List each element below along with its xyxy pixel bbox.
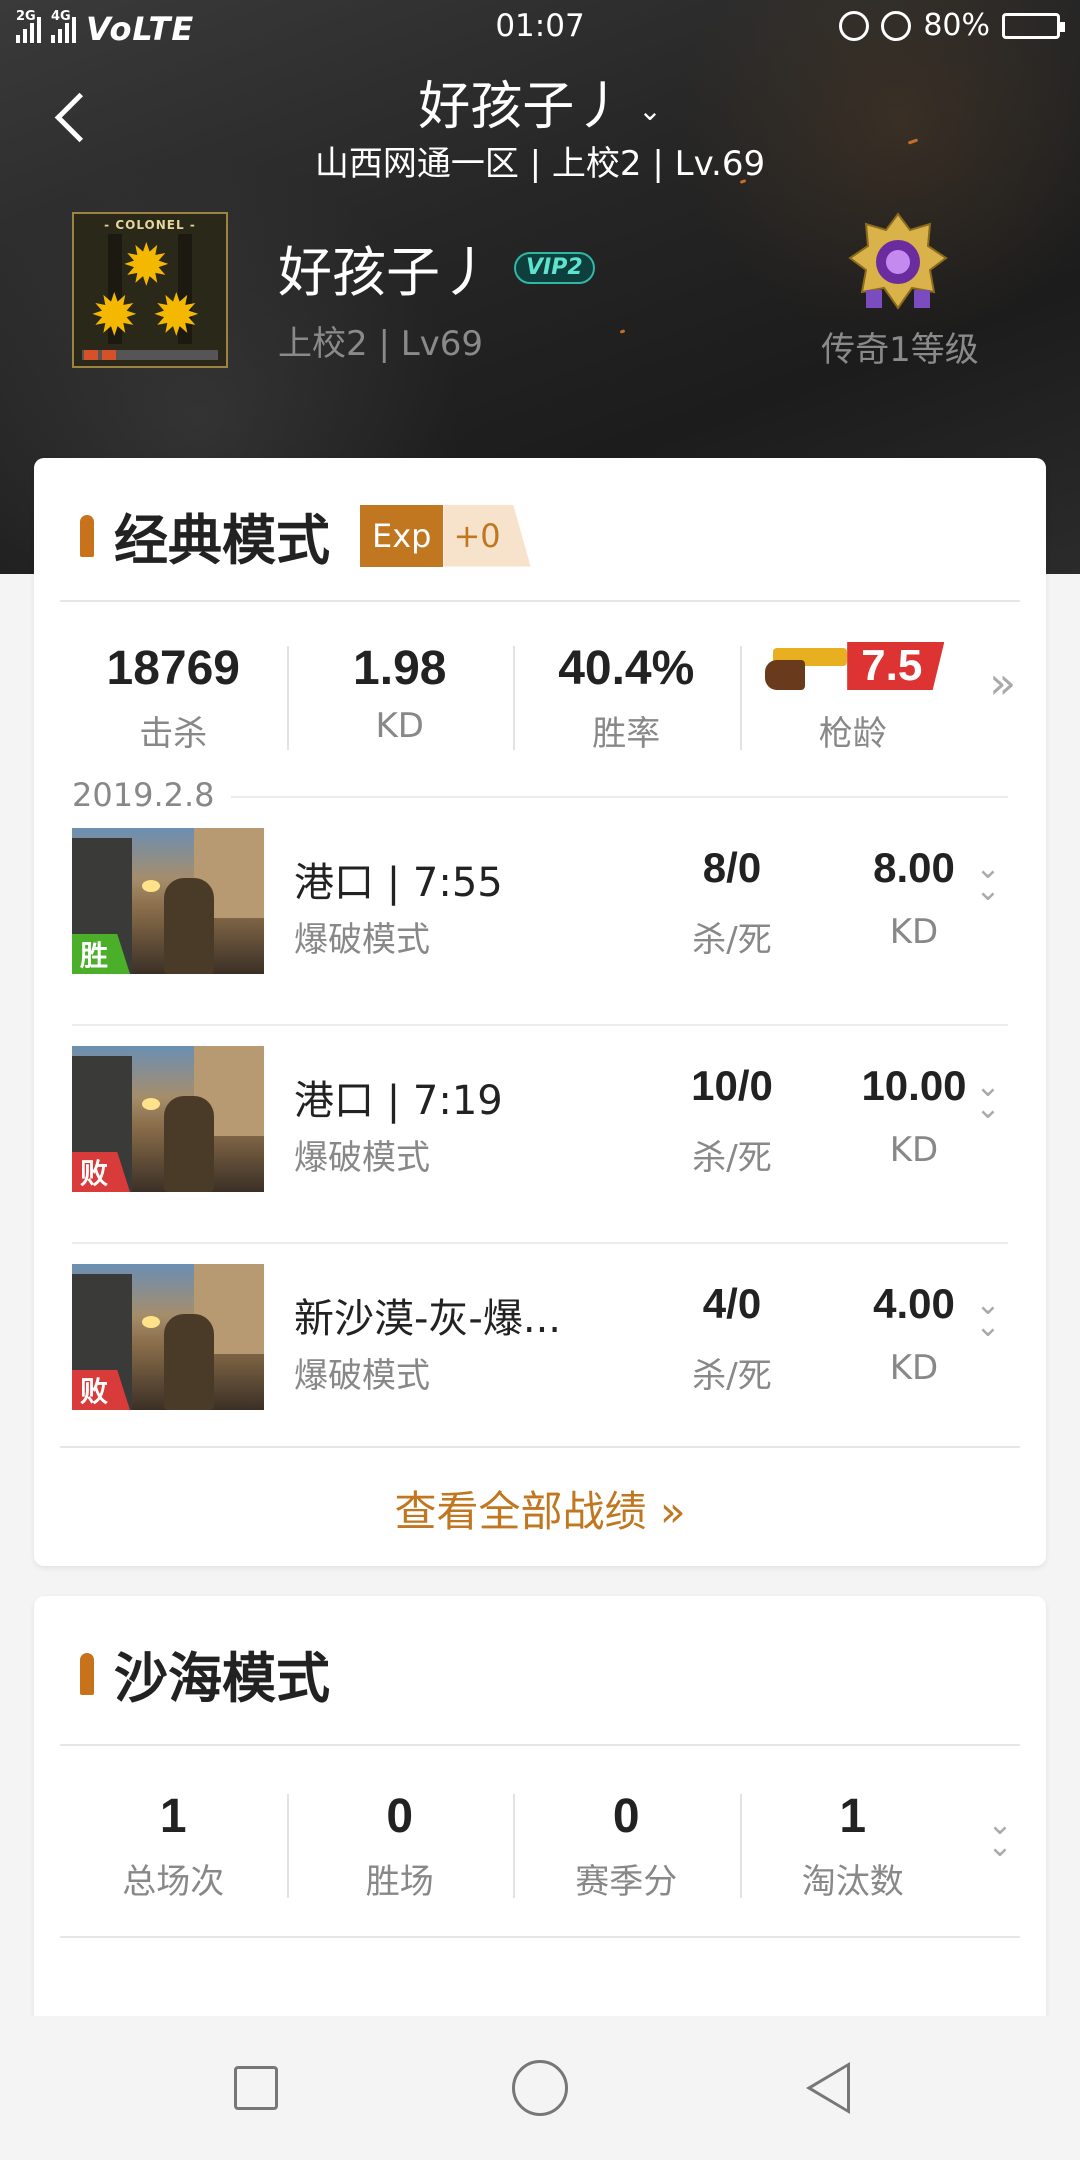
badge-text: - COLONEL - <box>104 218 196 232</box>
match-kill-death: 8/0 <box>702 844 762 891</box>
gun-age-badge: 7.5 <box>761 638 945 694</box>
match-kill-death: 4/0 <box>702 1280 762 1327</box>
stat-label: KD <box>375 706 424 746</box>
divider <box>60 1936 1020 1938</box>
stat-eliminations: 1 淘汰数 <box>739 1786 967 1903</box>
stat-value: 0 <box>386 1790 414 1843</box>
match-mode: 爆破模式 <box>294 1138 430 1178</box>
match-map: 港口 | 7:19 <box>294 1078 503 1124</box>
map-thumbnail: 胜 <box>72 828 264 974</box>
alarm-icon <box>881 10 912 41</box>
exp-label: Exp <box>360 504 444 567</box>
view-all-records-link[interactable]: 查看全部战绩 » <box>34 1478 1046 1539</box>
server-rank-subtitle: 山西网通一区 | 上校2 | Lv.69 <box>314 144 766 184</box>
section-header: 经典模式 Exp +0 <box>80 496 531 575</box>
desert-stats[interactable]: 1 总场次 0 胜场 0 赛季分 1 淘汰数 <box>60 1786 966 1903</box>
match-kd-label: KD <box>889 912 939 952</box>
match-kd-label: KD <box>889 1130 939 1170</box>
section-header: 沙海模式 <box>80 1634 330 1713</box>
bullet-icon <box>80 1652 94 1695</box>
chevron-down-double-icon[interactable]: ⌄ ⌄ <box>968 1072 1008 1124</box>
stat-value: 1 <box>159 1790 187 1843</box>
section-title: 沙海模式 <box>114 1647 330 1710</box>
stat-season-score: 0 赛季分 <box>513 1786 740 1903</box>
stat-wins: 0 胜场 <box>286 1786 514 1903</box>
stat-winrate: 40.4% 胜率 <box>513 638 740 755</box>
match-map: 新沙漠-灰-爆... <box>294 1296 562 1342</box>
recent-apps-button[interactable] <box>234 2066 278 2110</box>
exp-value: +0 <box>443 504 531 567</box>
battery-percent: 80% <box>923 8 990 43</box>
match-row[interactable]: 败 港口 | 7:19 爆破模式 10/0 杀/死 10.00 KD ⌄ ⌄ <box>72 1026 1008 1244</box>
header-title[interactable]: 好孩子丿 ⌄ <box>0 64 1080 139</box>
gun-age-value: 7.5 <box>847 642 945 690</box>
system-navigation-bar <box>0 2016 1080 2160</box>
spark-decoration <box>619 329 626 334</box>
player-name: 好孩子丿 <box>278 241 494 304</box>
stat-label: 击杀 <box>139 714 208 754</box>
divider <box>60 1446 1020 1448</box>
legend-medal-icon <box>848 212 948 310</box>
status-bar: 2G 4G VoLTE 01:07 80% <box>0 0 1080 56</box>
chevron-down-double-icon[interactable]: ⌄ ⌄ <box>980 1810 1020 1862</box>
stat-total-matches: 1 总场次 <box>60 1786 287 1903</box>
divider <box>214 796 1008 798</box>
stat-value: 40.4% <box>558 642 695 695</box>
match-mode: 爆破模式 <box>294 1356 430 1396</box>
stat-label: 淘汰数 <box>801 1862 904 1902</box>
stat-label: 胜率 <box>592 714 661 754</box>
divider <box>60 600 1020 602</box>
classic-stats[interactable]: 18769 击杀 1.98 KD 40.4% 胜率 7.5 枪龄 <box>60 638 966 755</box>
exp-badge: Exp +0 <box>360 504 531 567</box>
star-icon: ✹ <box>152 281 201 349</box>
stat-kd: 1.98 KD <box>286 638 514 755</box>
home-button[interactable] <box>512 2060 568 2116</box>
chevron-right-double-icon[interactable]: » <box>989 658 1016 709</box>
vip-badge: VIP2 <box>514 251 595 284</box>
match-mode: 爆破模式 <box>294 920 430 960</box>
stat-value: 0 <box>612 1790 640 1843</box>
match-kd-label: KD <box>889 1348 939 1388</box>
map-thumbnail: 败 <box>72 1046 264 1192</box>
match-kill-death-label: 杀/死 <box>692 1138 772 1178</box>
stat-label: 枪龄 <box>818 714 887 754</box>
match-row[interactable]: 胜 港口 | 7:55 爆破模式 8/0 杀/死 8.00 KD ⌄ ⌄ <box>72 808 1008 1026</box>
stat-label: 赛季分 <box>575 1862 678 1902</box>
stat-gun-age: 7.5 枪龄 <box>739 638 967 755</box>
map-thumbnail: 败 <box>72 1264 264 1410</box>
section-title: 经典模式 <box>114 509 330 572</box>
match-row[interactable]: 败 新沙漠-灰-爆... 爆破模式 4/0 杀/死 4.00 KD ⌄ ⌄ <box>72 1244 1008 1462</box>
player-name-row: 好孩子丿 VIP2 <box>278 228 595 307</box>
chevron-down-double-icon[interactable]: ⌄ ⌄ <box>968 854 1008 906</box>
pistol-icon <box>761 638 848 694</box>
view-all-label: 查看全部战绩 <box>394 1487 647 1536</box>
back-nav-button[interactable] <box>806 2062 850 2114</box>
stat-label: 胜场 <box>365 1862 434 1902</box>
lock-rotation-icon <box>839 10 870 41</box>
battery-icon <box>1002 12 1065 39</box>
stat-label: 总场次 <box>122 1862 225 1902</box>
bullet-icon <box>80 514 94 557</box>
rank-badge: - COLONEL - ✹ ✹ ✹ <box>72 212 228 368</box>
stat-kills: 18769 击杀 <box>60 638 287 755</box>
player-rank: 上校2 | Lv69 <box>278 324 484 364</box>
divider <box>60 1744 1020 1746</box>
chevron-down-double-icon[interactable]: ⌄ ⌄ <box>968 1290 1008 1342</box>
stat-value: 1 <box>839 1790 867 1843</box>
match-kill-death-label: 杀/死 <box>692 920 772 960</box>
star-icon: ✹ <box>90 281 139 349</box>
legend-level: 传奇1等级 <box>821 330 979 370</box>
stat-value: 18769 <box>106 642 240 695</box>
classic-mode-card: 经典模式 Exp +0 18769 击杀 1.98 KD 40.4% 胜率 7.… <box>34 458 1046 1566</box>
stat-value: 1.98 <box>353 642 447 695</box>
match-kill-death-label: 杀/死 <box>692 1356 772 1396</box>
chevron-down-icon: ⌄ <box>638 93 662 127</box>
desert-mode-card: 沙海模式 1 总场次 0 胜场 0 赛季分 1 淘汰数 ⌄ ⌄ <box>34 1596 1046 2056</box>
chevron-right-double-icon: » <box>659 1487 686 1536</box>
page-title: 好孩子丿 <box>418 77 627 137</box>
match-kill-death: 10/0 <box>691 1062 773 1109</box>
match-map: 港口 | 7:55 <box>294 860 503 906</box>
